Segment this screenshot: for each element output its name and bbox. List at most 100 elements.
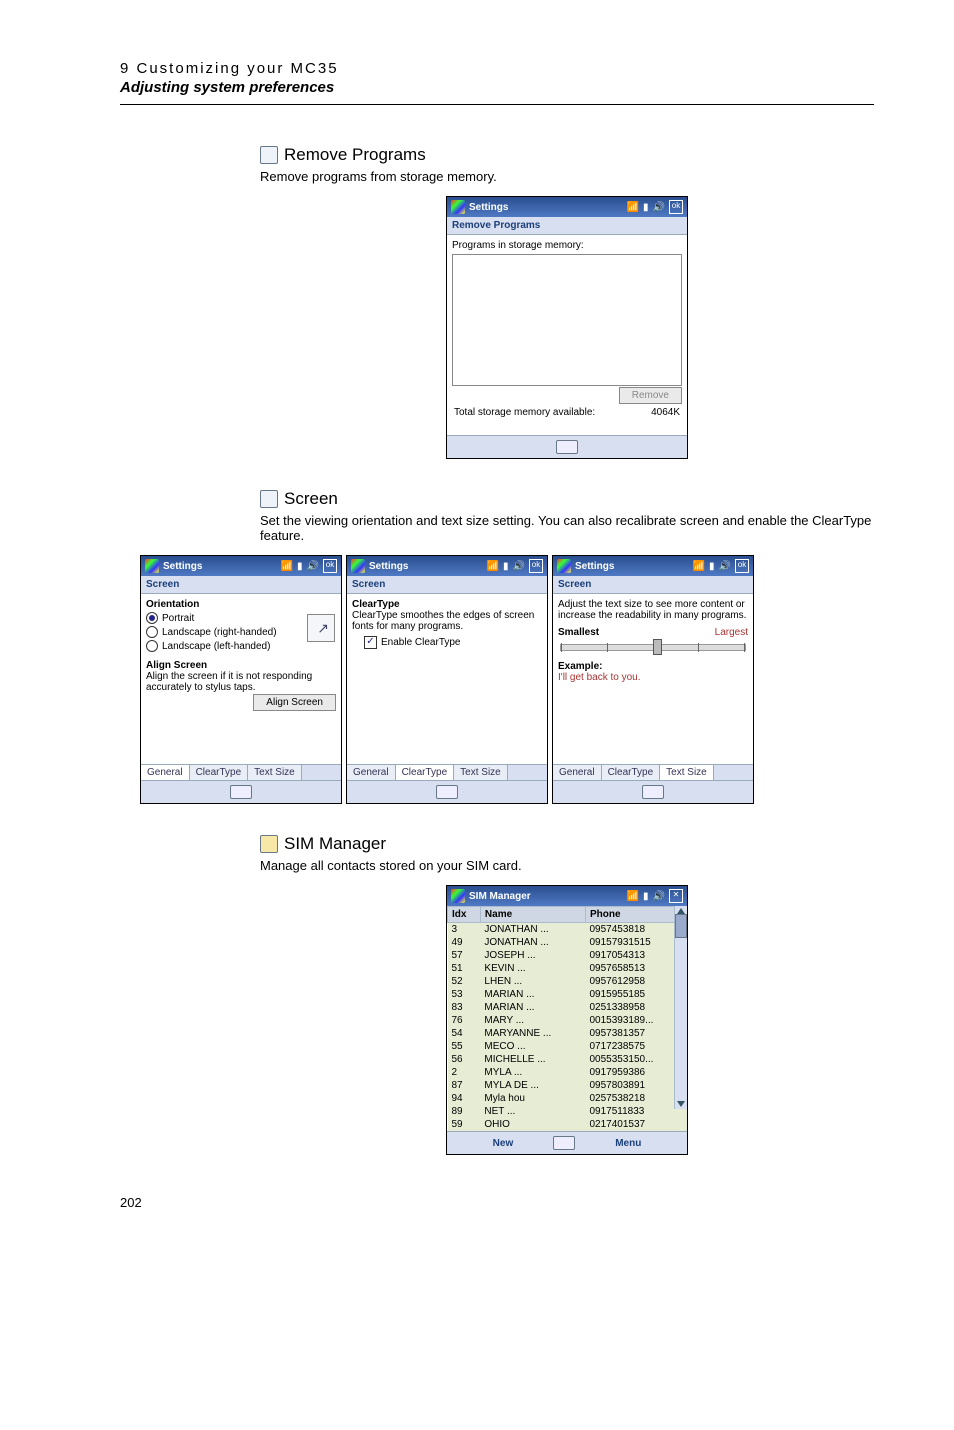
- cell-idx: 55: [448, 1040, 481, 1053]
- sip-keyboard-icon[interactable]: [642, 785, 664, 799]
- speaker-icon: 🔊: [653, 891, 665, 902]
- table-row[interactable]: 57JOSEPH ...0917054313: [448, 949, 687, 962]
- col-name[interactable]: Name: [480, 907, 585, 923]
- sip-keyboard-icon[interactable]: [230, 785, 252, 799]
- panel-title: Screen: [347, 576, 547, 594]
- scroll-thumb[interactable]: [675, 914, 687, 938]
- page-number: 202: [120, 1195, 874, 1210]
- cell-phone: 0957453818: [585, 923, 686, 937]
- cell-phone: 0915955185: [585, 988, 686, 1001]
- ok-button[interactable]: ok: [669, 200, 683, 214]
- cell-idx: 89: [448, 1105, 481, 1118]
- cell-idx: 83: [448, 1001, 481, 1014]
- start-icon[interactable]: [145, 559, 159, 573]
- start-icon[interactable]: [451, 889, 465, 903]
- table-row[interactable]: 87MYLA DE ...0957803891: [448, 1079, 687, 1092]
- cell-idx: 54: [448, 1027, 481, 1040]
- connectivity-icon: 📶: [487, 561, 499, 572]
- table-row[interactable]: 56MICHELLE ...0055353150...: [448, 1053, 687, 1066]
- tab-text-size[interactable]: Text Size: [454, 765, 508, 780]
- cell-phone: 0917511833: [585, 1105, 686, 1118]
- example-heading: Example:: [558, 661, 602, 672]
- table-row[interactable]: 53MARIAN ...0915955185: [448, 988, 687, 1001]
- programs-listbox[interactable]: [452, 254, 682, 386]
- scroll-down-icon[interactable]: [677, 1101, 685, 1107]
- close-button[interactable]: ✕: [669, 889, 683, 903]
- sim-manager-heading: SIM Manager: [284, 834, 386, 854]
- table-row[interactable]: 76MARY ...0015393189...: [448, 1014, 687, 1027]
- col-idx[interactable]: Idx: [448, 907, 481, 923]
- panel-title: Screen: [141, 576, 341, 594]
- table-row[interactable]: 59OHIO0217401537: [448, 1118, 687, 1131]
- example-text: I'll get back to you.: [558, 672, 748, 683]
- portrait-radio[interactable]: [146, 612, 158, 624]
- table-row[interactable]: 3JONATHAN ...0957453818: [448, 923, 687, 937]
- tab-text-size[interactable]: Text Size: [248, 765, 302, 780]
- cell-idx: 52: [448, 975, 481, 988]
- largest-label: Largest: [715, 627, 748, 638]
- chapter-heading: 9 Customizing your MC35: [120, 60, 874, 77]
- table-row[interactable]: 2MYLA ...0917959386: [448, 1066, 687, 1079]
- text-size-desc: Adjust the text size to see more content…: [558, 599, 748, 621]
- screen-general-screenshot: Settings 📶▮🔊ok Screen Orientation ↗ Port…: [140, 555, 342, 804]
- tab-general[interactable]: General: [553, 765, 602, 780]
- ok-button[interactable]: ok: [529, 559, 543, 573]
- text-size-slider[interactable]: [560, 644, 746, 651]
- tab-cleartype[interactable]: ClearType: [190, 765, 249, 780]
- cell-idx: 51: [448, 962, 481, 975]
- table-row[interactable]: 55MECO ...0717238575: [448, 1040, 687, 1053]
- start-icon[interactable]: [557, 559, 571, 573]
- window-title: Settings: [163, 561, 202, 572]
- cell-name: LHEN ...: [480, 975, 585, 988]
- align-screen-button[interactable]: Align Screen: [253, 694, 336, 711]
- cell-idx: 76: [448, 1014, 481, 1027]
- signal-icon: ▮: [503, 561, 509, 572]
- tab-text-size[interactable]: Text Size: [660, 765, 714, 780]
- tab-general[interactable]: General: [347, 765, 396, 780]
- landscape-right-radio[interactable]: [146, 626, 158, 638]
- scrollbar[interactable]: [674, 906, 687, 1109]
- sip-keyboard-icon[interactable]: [436, 785, 458, 799]
- tab-cleartype[interactable]: ClearType: [396, 765, 455, 780]
- ok-button[interactable]: ok: [735, 559, 749, 573]
- softkey-menu[interactable]: Menu: [615, 1138, 641, 1149]
- cell-idx: 3: [448, 923, 481, 937]
- connectivity-icon: 📶: [281, 561, 293, 572]
- table-row[interactable]: 83MARIAN ...0251338958: [448, 1001, 687, 1014]
- table-row[interactable]: 89NET ...0917511833: [448, 1105, 687, 1118]
- table-row[interactable]: 49JONATHAN ...09157931515: [448, 936, 687, 949]
- remove-button[interactable]: Remove: [619, 387, 682, 404]
- sip-keyboard-icon[interactable]: [553, 1136, 575, 1150]
- cleartype-desc: ClearType smoothes the edges of screen f…: [352, 610, 542, 632]
- cell-idx: 49: [448, 936, 481, 949]
- orientation-label: Orientation: [146, 599, 199, 610]
- start-icon[interactable]: [451, 200, 465, 214]
- enable-cleartype-checkbox[interactable]: ✓: [364, 636, 377, 649]
- landscape-left-radio[interactable]: [146, 640, 158, 652]
- table-row[interactable]: 52LHEN ...0957612958: [448, 975, 687, 988]
- window-title: SIM Manager: [469, 891, 531, 902]
- start-icon[interactable]: [351, 559, 365, 573]
- screen-desc: Set the viewing orientation and text siz…: [260, 513, 874, 543]
- cell-phone: 0217401537: [585, 1118, 686, 1131]
- softkey-new[interactable]: New: [493, 1138, 514, 1149]
- sip-keyboard-icon[interactable]: [556, 440, 578, 454]
- window-title: Settings: [469, 202, 508, 213]
- ok-button[interactable]: ok: [323, 559, 337, 573]
- cell-idx: 94: [448, 1092, 481, 1105]
- landscape-right-label: Landscape (right-handed): [162, 627, 277, 638]
- table-row[interactable]: 94Myla hou0257538218: [448, 1092, 687, 1105]
- table-row[interactable]: 51KEVIN ...0957658513: [448, 962, 687, 975]
- remove-programs-heading: Remove Programs: [284, 145, 426, 165]
- cell-phone: 0957381357: [585, 1027, 686, 1040]
- sim-contacts-table[interactable]: Idx Name Phone 3JONATHAN ...095745381849…: [447, 906, 687, 1131]
- signal-icon: ▮: [643, 202, 649, 213]
- cell-phone: 0257538218: [585, 1092, 686, 1105]
- tab-cleartype[interactable]: ClearType: [602, 765, 661, 780]
- tab-general[interactable]: General: [141, 765, 190, 780]
- sim-manager-icon: [260, 835, 278, 853]
- cell-phone: 0717238575: [585, 1040, 686, 1053]
- col-phone[interactable]: Phone: [585, 907, 686, 923]
- cell-idx: 57: [448, 949, 481, 962]
- table-row[interactable]: 54MARYANNE ...0957381357: [448, 1027, 687, 1040]
